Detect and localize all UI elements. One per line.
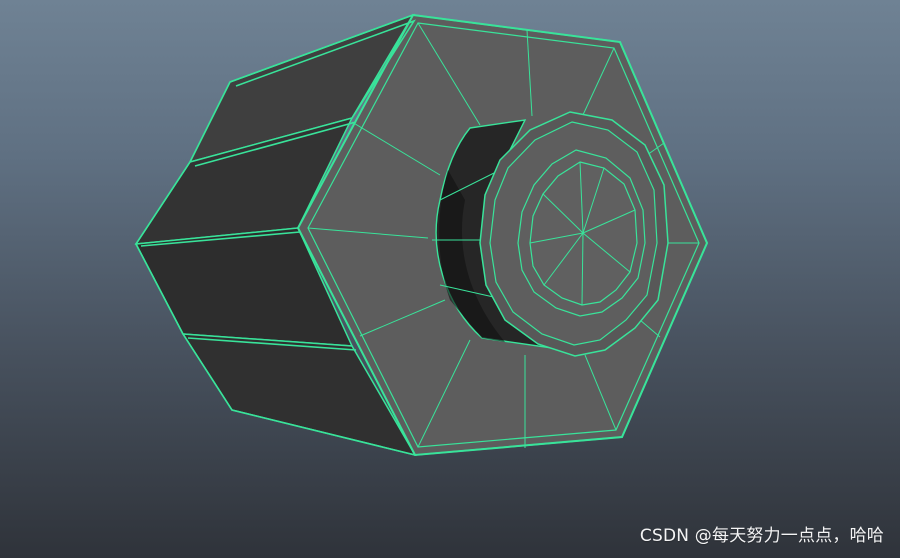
watermark-text: CSDN @每天努力一点点，哈哈 — [639, 526, 884, 546]
3d-viewport[interactable]: CSDN @每天努力一点点，哈哈 — [0, 0, 900, 558]
hex-prism-mesh[interactable] — [0, 0, 900, 558]
